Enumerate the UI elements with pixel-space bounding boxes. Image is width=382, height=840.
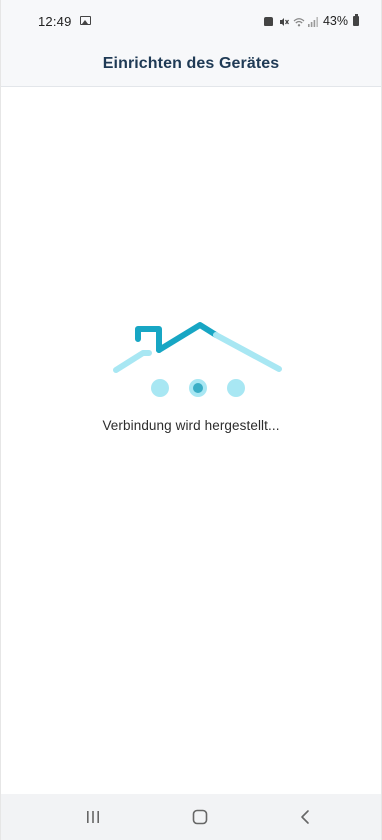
- status-icons: 43%: [263, 13, 359, 29]
- mute-icon: [279, 16, 289, 26]
- alarm-icon: [263, 16, 273, 26]
- battery-icon: [353, 14, 359, 26]
- system-nav-bar: [1, 794, 381, 840]
- progress-dots: [1, 379, 381, 399]
- back-button[interactable]: [275, 794, 335, 840]
- signal-icon: [307, 16, 318, 27]
- home-icon: [192, 809, 208, 825]
- app-header: Einrichten des Gerätes: [1, 42, 381, 87]
- recents-button[interactable]: [63, 794, 123, 840]
- progress-dot: [151, 379, 169, 397]
- wifi-icon: [293, 16, 305, 27]
- back-icon: [301, 810, 309, 824]
- house-roof-icon: [113, 322, 282, 373]
- screen: 12:49 43% Einrichten des Gerätes Verbind…: [0, 0, 382, 840]
- home-button[interactable]: [170, 794, 230, 840]
- recents-icon: [87, 811, 99, 823]
- image-notification-icon: [80, 16, 91, 25]
- loading-message: Verbindung wird hergestellt...: [102, 418, 280, 433]
- status-time: 12:49: [38, 14, 72, 29]
- battery-percentage: 43%: [322, 14, 348, 28]
- progress-dot-active: [189, 379, 207, 397]
- progress-dot: [227, 379, 245, 397]
- status-bar: 12:49 43%: [1, 0, 381, 42]
- page-title: Einrichten des Gerätes: [102, 55, 280, 72]
